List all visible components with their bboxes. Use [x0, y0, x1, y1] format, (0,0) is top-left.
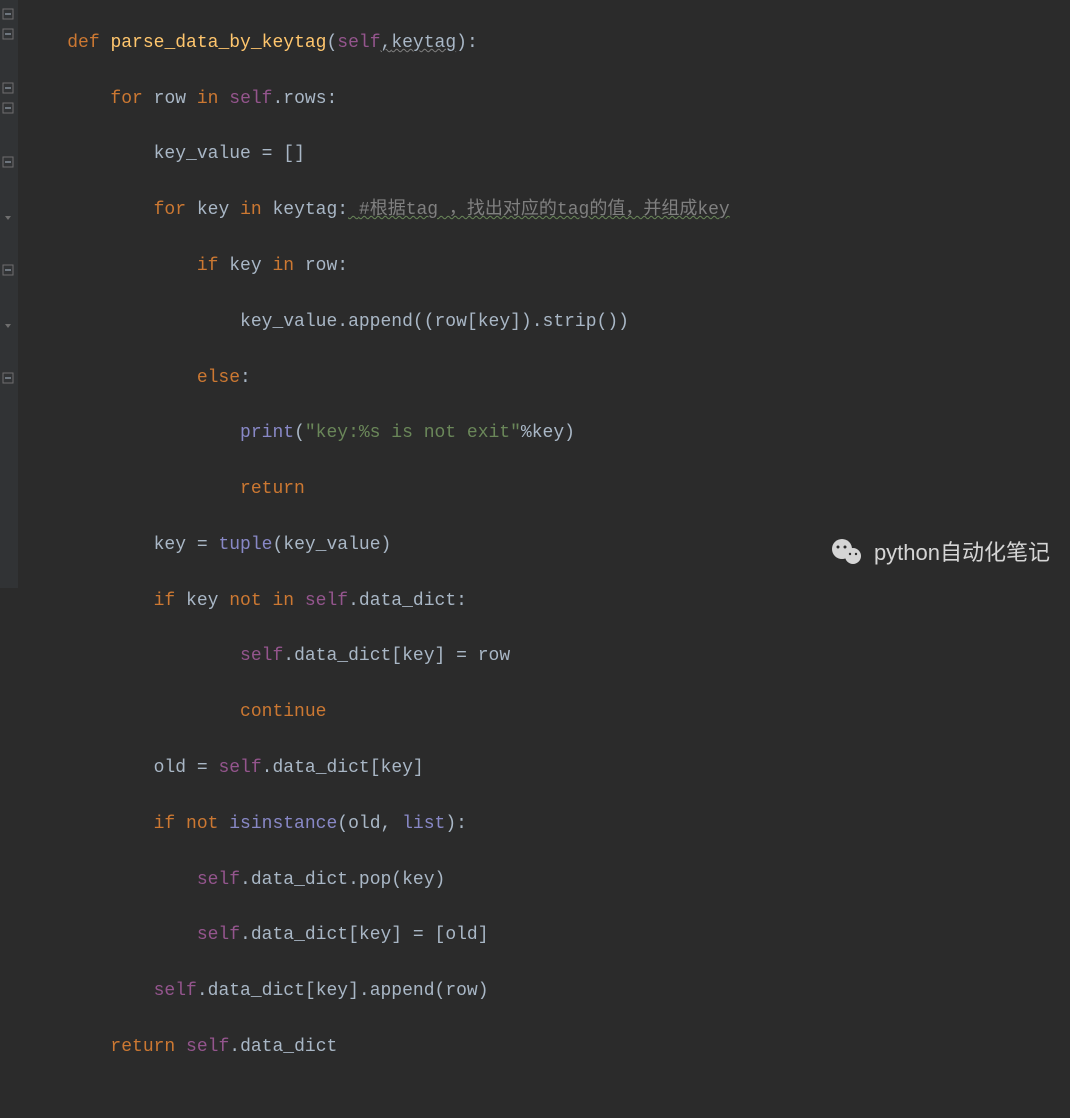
code-line: if key not in self.data_dict: — [24, 588, 1070, 616]
code-line: for key in keytag: #根据tag ，找出对应的tag的值，并组… — [24, 197, 1070, 225]
code-line: return self.data_dict — [24, 1034, 1070, 1062]
code-line: old = self.data_dict[key] — [24, 755, 1070, 783]
fold-icon[interactable] — [2, 102, 16, 116]
code-editor: def parse_data_by_keytag(self,keytag): f… — [0, 0, 1070, 588]
watermark: python自动化笔记 — [830, 536, 1050, 570]
fold-icon[interactable] — [2, 82, 16, 96]
watermark-text: python自动化笔记 — [874, 536, 1050, 570]
fold-icon[interactable] — [2, 264, 16, 278]
code-line: self.data_dict[key] = row — [24, 643, 1070, 671]
fold-icon[interactable] — [2, 372, 16, 386]
code-line: key_value.append((row[key]).strip()) — [24, 309, 1070, 337]
code-line: if key in row: — [24, 253, 1070, 281]
fold-icon[interactable] — [2, 156, 16, 170]
code-line: key_value = [] — [24, 141, 1070, 169]
fold-gutter — [0, 0, 18, 588]
code-line: continue — [24, 699, 1070, 727]
fold-icon[interactable] — [2, 28, 16, 42]
fold-icon[interactable] — [2, 210, 16, 224]
code-line: for row in self.rows: — [24, 86, 1070, 114]
wechat-icon — [830, 536, 864, 570]
fold-icon[interactable] — [2, 8, 16, 22]
code-line: else: — [24, 365, 1070, 393]
code-line: return — [24, 476, 1070, 504]
code-area[interactable]: def parse_data_by_keytag(self,keytag): f… — [18, 0, 1070, 588]
code-line: self.data_dict.pop(key) — [24, 867, 1070, 895]
code-line: print("key:%s is not exit"%key) — [24, 420, 1070, 448]
code-line: def parse_data_by_keytag(self,keytag): — [24, 30, 1070, 58]
code-line: self.data_dict[key] = [old] — [24, 922, 1070, 950]
fold-icon[interactable] — [2, 318, 16, 332]
code-line: self.data_dict[key].append(row) — [24, 978, 1070, 1006]
code-line: if not isinstance(old, list): — [24, 811, 1070, 839]
